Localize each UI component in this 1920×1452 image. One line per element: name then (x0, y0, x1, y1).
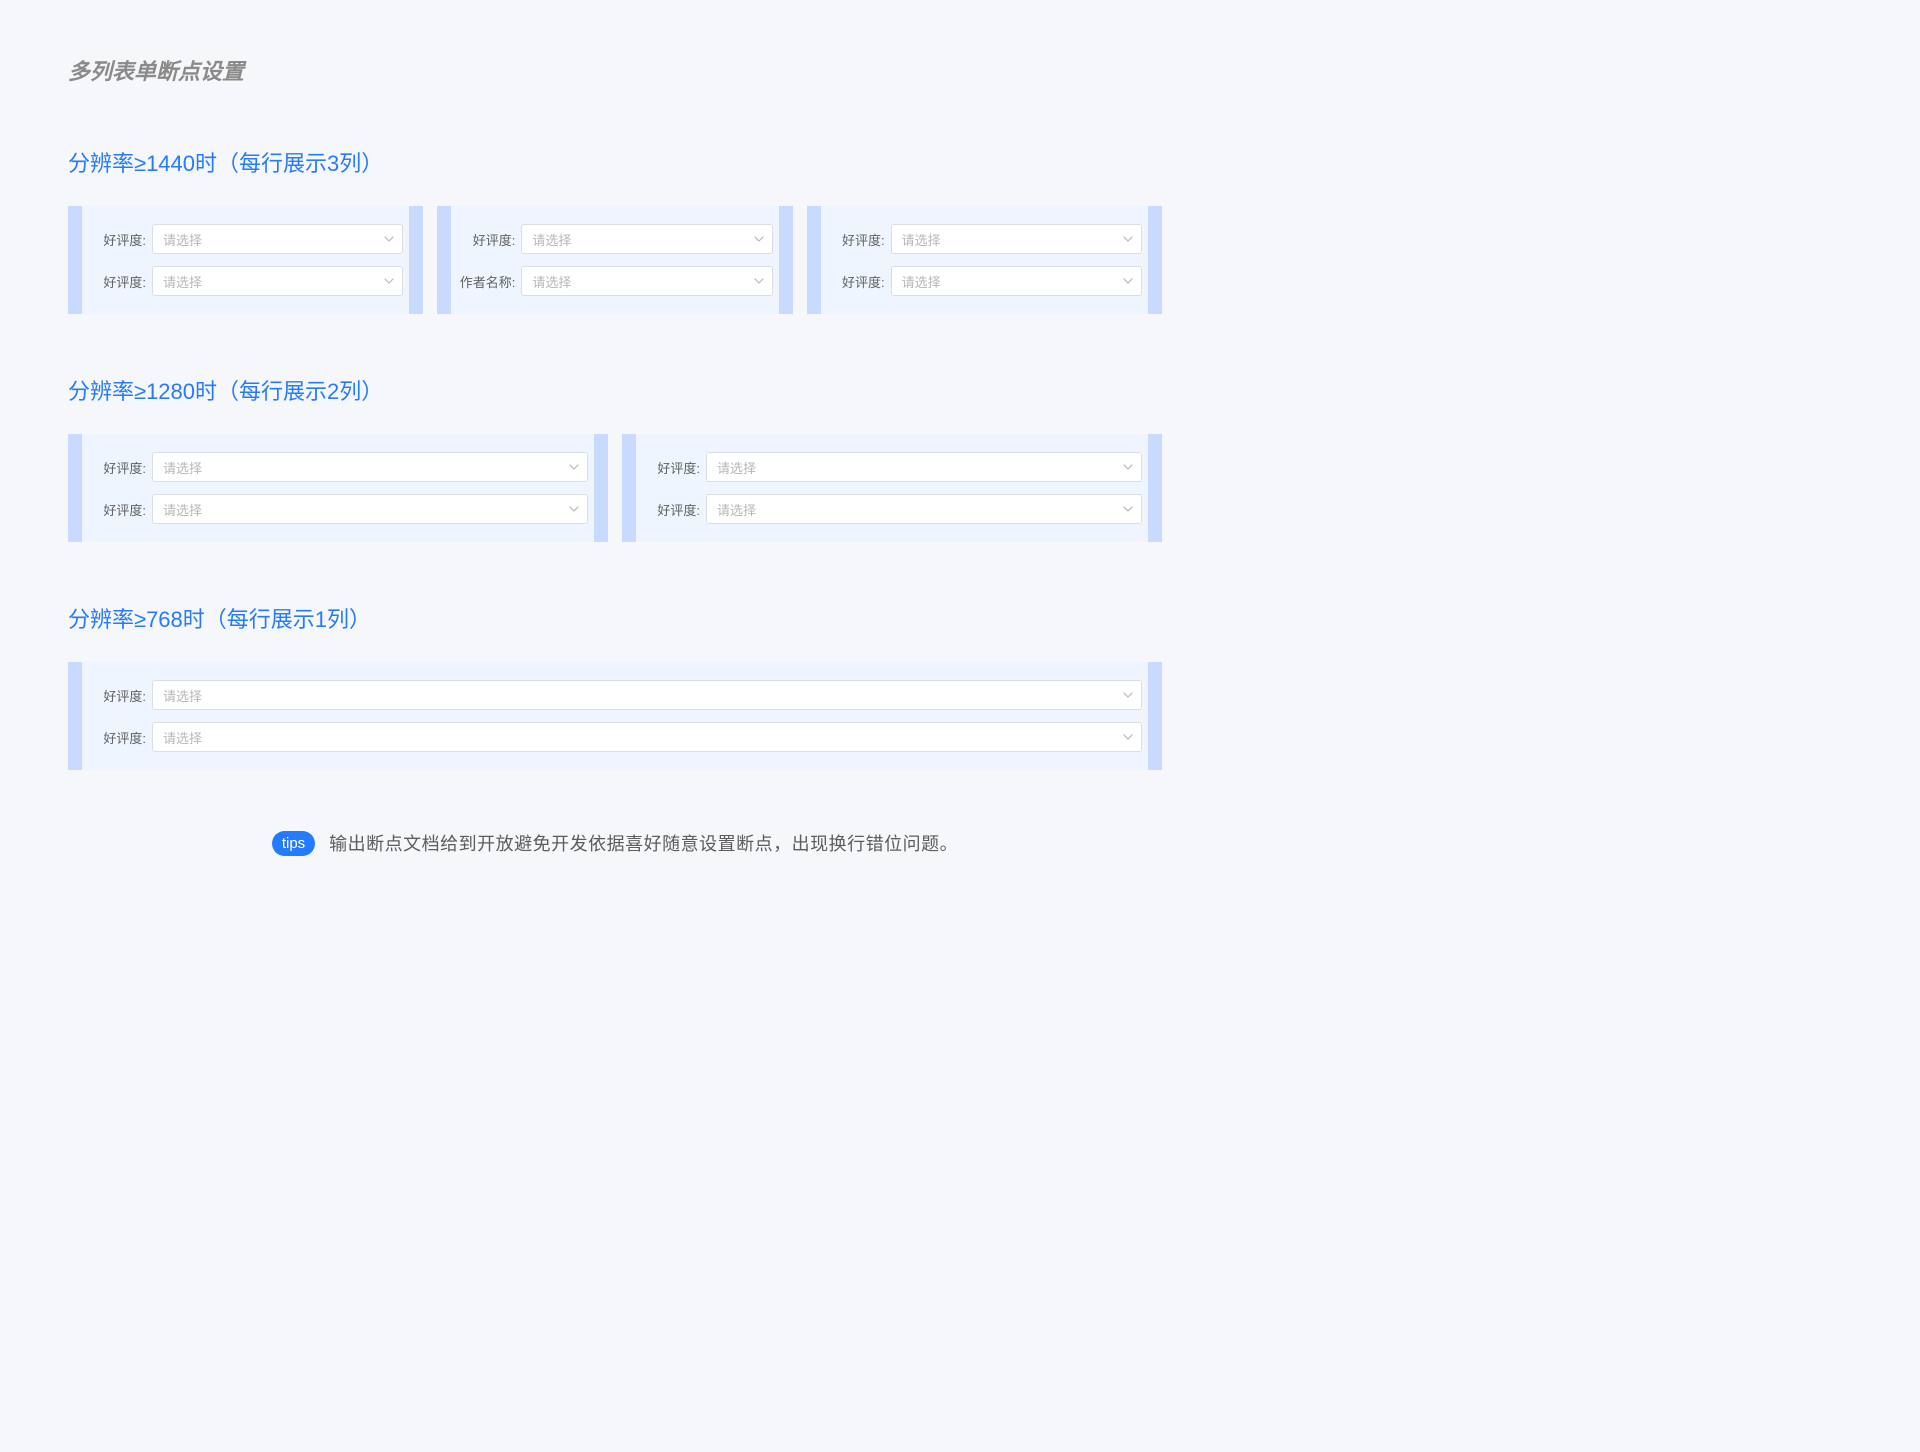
form-row: 好评度: 请选择 (821, 260, 1142, 302)
column-body: 好评度:请选择好评度:请选择 (82, 434, 594, 542)
column-body: 好评度:请选择作者名称:请选择 (451, 206, 778, 314)
select-input[interactable]: 请选择 (521, 266, 772, 296)
field-label: 好评度: (82, 728, 152, 747)
chevron-down-icon (1123, 690, 1133, 700)
select-input[interactable]: 请选择 (706, 494, 1142, 524)
field-label: 好评度: (636, 458, 706, 477)
field-label: 好评度: (82, 500, 152, 519)
form-row: 好评度: 请选择 (82, 716, 1142, 758)
section-title: 分辨率≥1280时（每行展示2列） (68, 374, 1162, 406)
tips-row: tips 输出断点文档给到开放避免开发依据喜好随意设置断点，出现换行错位问题。 (68, 830, 1162, 856)
field-label: 好评度: (821, 272, 891, 291)
form-columns: 好评度:请选择好评度:请选择好评度:请选择作者名称:请选择好评度:请选择好评度:… (68, 206, 1162, 314)
select-placeholder: 请选择 (163, 686, 202, 705)
field-label: 好评度: (636, 500, 706, 519)
breakpoint-section: 分辨率≥1440时（每行展示3列）好评度:请选择好评度:请选择好评度:请选择作者… (68, 146, 1162, 314)
select-input[interactable]: 请选择 (152, 224, 403, 254)
column-stripe-right (1148, 206, 1162, 314)
form-row: 好评度: 请选择 (636, 488, 1142, 530)
column-stripe-left (68, 434, 82, 542)
form-row: 好评度: 请选择 (636, 446, 1142, 488)
field-label: 好评度: (451, 230, 521, 249)
chevron-down-icon (1123, 234, 1133, 244)
select-input[interactable]: 请选择 (152, 452, 588, 482)
chevron-down-icon (1123, 732, 1133, 742)
select-placeholder: 请选择 (717, 500, 756, 519)
form-column: 好评度:请选择好评度:请选择 (68, 206, 423, 314)
form-columns: 好评度:请选择好评度:请选择好评度:请选择好评度:请选择 (68, 434, 1162, 542)
field-label: 好评度: (82, 686, 152, 705)
form-row: 好评度: 请选择 (82, 260, 403, 302)
field-label: 好评度: (82, 230, 152, 249)
form-row: 好评度: 请选择 (82, 488, 588, 530)
column-stripe-right (1148, 434, 1162, 542)
select-placeholder: 请选择 (163, 230, 202, 249)
section-title: 分辨率≥1440时（每行展示3列） (68, 146, 1162, 178)
column-stripe-left (437, 206, 451, 314)
field-label: 好评度: (82, 458, 152, 477)
breakpoint-section: 分辨率≥1280时（每行展示2列）好评度:请选择好评度:请选择好评度:请选择好评… (68, 374, 1162, 542)
select-placeholder: 请选择 (717, 458, 756, 477)
form-row: 好评度: 请选择 (451, 218, 772, 260)
chevron-down-icon (754, 276, 764, 286)
form-columns: 好评度:请选择好评度:请选择 (68, 662, 1162, 770)
select-input[interactable]: 请选择 (152, 266, 403, 296)
chevron-down-icon (754, 234, 764, 244)
form-column: 好评度:请选择好评度:请选择 (68, 662, 1162, 770)
select-input[interactable]: 请选择 (891, 224, 1142, 254)
field-label: 作者名称: (451, 272, 521, 291)
column-stripe-right (409, 206, 423, 314)
chevron-down-icon (1123, 276, 1133, 286)
select-input[interactable]: 请选择 (152, 722, 1142, 752)
column-body: 好评度:请选择好评度:请选择 (82, 662, 1148, 770)
chevron-down-icon (384, 276, 394, 286)
column-body: 好评度:请选择好评度:请选择 (821, 206, 1148, 314)
column-stripe-right (594, 434, 608, 542)
chevron-down-icon (569, 462, 579, 472)
breakpoint-section: 分辨率≥768时（每行展示1列）好评度:请选择好评度:请选择 (68, 602, 1162, 770)
select-input[interactable]: 请选择 (706, 452, 1142, 482)
column-stripe-left (68, 662, 82, 770)
column-stripe-left (807, 206, 821, 314)
select-placeholder: 请选择 (902, 230, 941, 249)
select-placeholder: 请选择 (163, 500, 202, 519)
chevron-down-icon (1123, 462, 1133, 472)
page-title: 多列表单断点设置 (68, 54, 1162, 86)
form-row: 好评度: 请选择 (82, 218, 403, 260)
field-label: 好评度: (821, 230, 891, 249)
select-placeholder: 请选择 (532, 272, 571, 291)
form-column: 好评度:请选择好评度:请选择 (68, 434, 608, 542)
column-stripe-left (68, 206, 82, 314)
form-column: 好评度:请选择作者名称:请选择 (437, 206, 792, 314)
tips-badge: tips (272, 831, 315, 856)
form-row: 好评度: 请选择 (821, 218, 1142, 260)
chevron-down-icon (1123, 504, 1133, 514)
form-row: 好评度: 请选择 (82, 446, 588, 488)
form-row: 作者名称: 请选择 (451, 260, 772, 302)
column-stripe-left (622, 434, 636, 542)
chevron-down-icon (384, 234, 394, 244)
column-body: 好评度:请选择好评度:请选择 (636, 434, 1148, 542)
select-placeholder: 请选择 (532, 230, 571, 249)
chevron-down-icon (569, 504, 579, 514)
column-body: 好评度:请选择好评度:请选择 (82, 206, 409, 314)
select-input[interactable]: 请选择 (152, 680, 1142, 710)
form-row: 好评度: 请选择 (82, 674, 1142, 716)
form-column: 好评度:请选择好评度:请选择 (622, 434, 1162, 542)
select-input[interactable]: 请选择 (891, 266, 1142, 296)
select-placeholder: 请选择 (163, 728, 202, 747)
column-stripe-right (1148, 662, 1162, 770)
section-title: 分辨率≥768时（每行展示1列） (68, 602, 1162, 634)
select-placeholder: 请选择 (163, 272, 202, 291)
select-input[interactable]: 请选择 (521, 224, 772, 254)
form-column: 好评度:请选择好评度:请选择 (807, 206, 1162, 314)
tips-text: 输出断点文档给到开放避免开发依据喜好随意设置断点，出现换行错位问题。 (329, 830, 958, 856)
select-input[interactable]: 请选择 (152, 494, 588, 524)
field-label: 好评度: (82, 272, 152, 291)
select-placeholder: 请选择 (902, 272, 941, 291)
select-placeholder: 请选择 (163, 458, 202, 477)
column-stripe-right (779, 206, 793, 314)
